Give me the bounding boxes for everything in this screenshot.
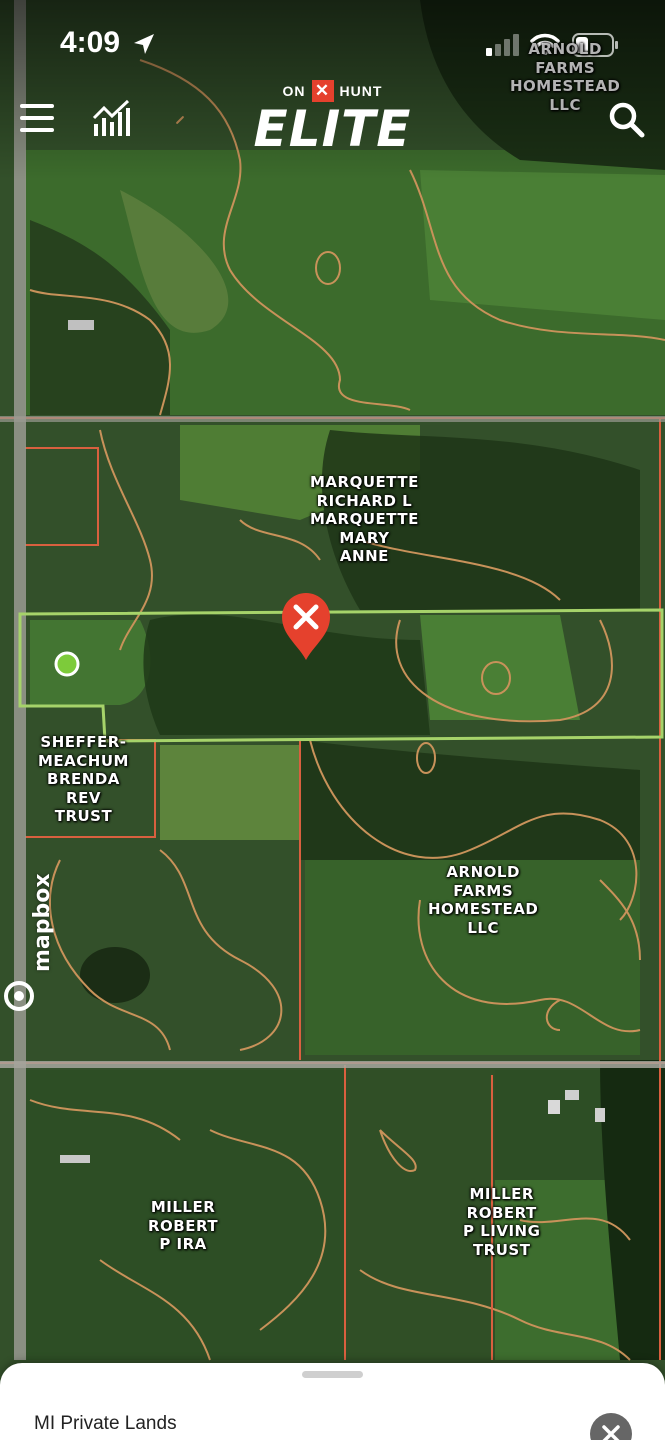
label-line: P IRA	[159, 1235, 207, 1253]
location-marker[interactable]	[54, 651, 80, 677]
label-line: ROBERT	[148, 1216, 219, 1235]
label-line: SHEFFER-	[40, 733, 127, 751]
building	[60, 1155, 90, 1163]
location-arrow-icon	[134, 34, 154, 54]
parcel-label-miller-trust[interactable]: MILLER ROBERT P LIVING TRUST	[463, 1185, 540, 1259]
close-icon	[602, 1425, 620, 1440]
status-time: 4:09	[60, 26, 121, 59]
menu-button[interactable]	[18, 100, 58, 136]
label-line: MARQUETTE	[310, 510, 419, 528]
field-north-east	[420, 170, 665, 320]
label-line: TRUST	[54, 807, 113, 825]
brand-elite: ELITE	[253, 100, 412, 158]
hamburger-icon	[20, 104, 54, 132]
brand-tagline: ON ✕ HUNT	[240, 80, 425, 102]
label-line: HOMESTEAD	[428, 900, 539, 918]
building	[548, 1100, 560, 1114]
parcel-label-marquette[interactable]: MARQUETTE RICHARD L MARQUETTE MARY ANNE	[310, 473, 419, 566]
brand-x-mark: ✕	[311, 80, 334, 102]
parcel-label-miller-ira[interactable]: MILLER ROBERT P IRA	[148, 1198, 218, 1254]
brand-logo: ON ✕ HUNT ELITE	[240, 80, 425, 162]
label-line: MILLER	[150, 1198, 216, 1216]
label-line: RICHARD L	[316, 491, 413, 510]
label-line: MILLER	[469, 1185, 534, 1203]
mapbox-wordmark: mapbox	[30, 873, 55, 972]
road-north	[0, 416, 665, 422]
label-line: TRUST	[472, 1240, 531, 1259]
sheet-title: MI Private Lands	[34, 1413, 177, 1434]
field-selected-west	[30, 620, 151, 705]
label-line: BRENDA	[47, 770, 120, 788]
label-line: REV	[66, 788, 101, 807]
sheet-drag-handle[interactable]	[302, 1371, 363, 1378]
label-line: FARMS	[453, 881, 514, 900]
stats-button[interactable]	[90, 98, 134, 138]
building	[68, 320, 94, 330]
field-selected-east	[420, 615, 580, 720]
label-line: MARQUETTE	[310, 473, 419, 491]
label-line: FARMS	[535, 58, 596, 77]
label-line: P LIVING	[463, 1222, 541, 1240]
map-canvas[interactable]	[0, 0, 665, 1440]
road-south	[0, 1061, 665, 1068]
brand-on: ON	[282, 83, 306, 99]
parcel-label-arnold-top[interactable]: ARNOLD FARMS HOMESTEAD LLC	[510, 40, 620, 114]
label-line: MEACHUM	[38, 751, 129, 770]
label-line: ROBERT	[466, 1203, 537, 1222]
chart-icon	[92, 99, 130, 136]
label-line: LLC	[467, 918, 499, 937]
building	[595, 1108, 605, 1122]
parcel-label-arnold-mid[interactable]: ARNOLD FARMS HOMESTEAD LLC	[428, 863, 538, 937]
label-line: HOMESTEAD	[510, 77, 621, 95]
pond	[80, 947, 150, 1003]
sheet-close-button[interactable]	[590, 1413, 632, 1440]
label-line: LLC	[549, 95, 581, 114]
brand-hunt: HUNT	[339, 83, 383, 99]
label-line: MARY	[339, 528, 390, 547]
building	[565, 1090, 579, 1100]
bottom-sheet[interactable]: MI Private Lands	[0, 1363, 665, 1440]
label-line: ANNE	[339, 547, 389, 565]
label-line: ARNOLD	[446, 863, 520, 881]
label-line: ARNOLD	[528, 40, 602, 58]
field-wet	[160, 745, 300, 840]
parcel-label-sheffer[interactable]: SHEFFER- MEACHUM BRENDA REV TRUST	[38, 733, 129, 826]
mapbox-logo-icon	[4, 981, 34, 1011]
